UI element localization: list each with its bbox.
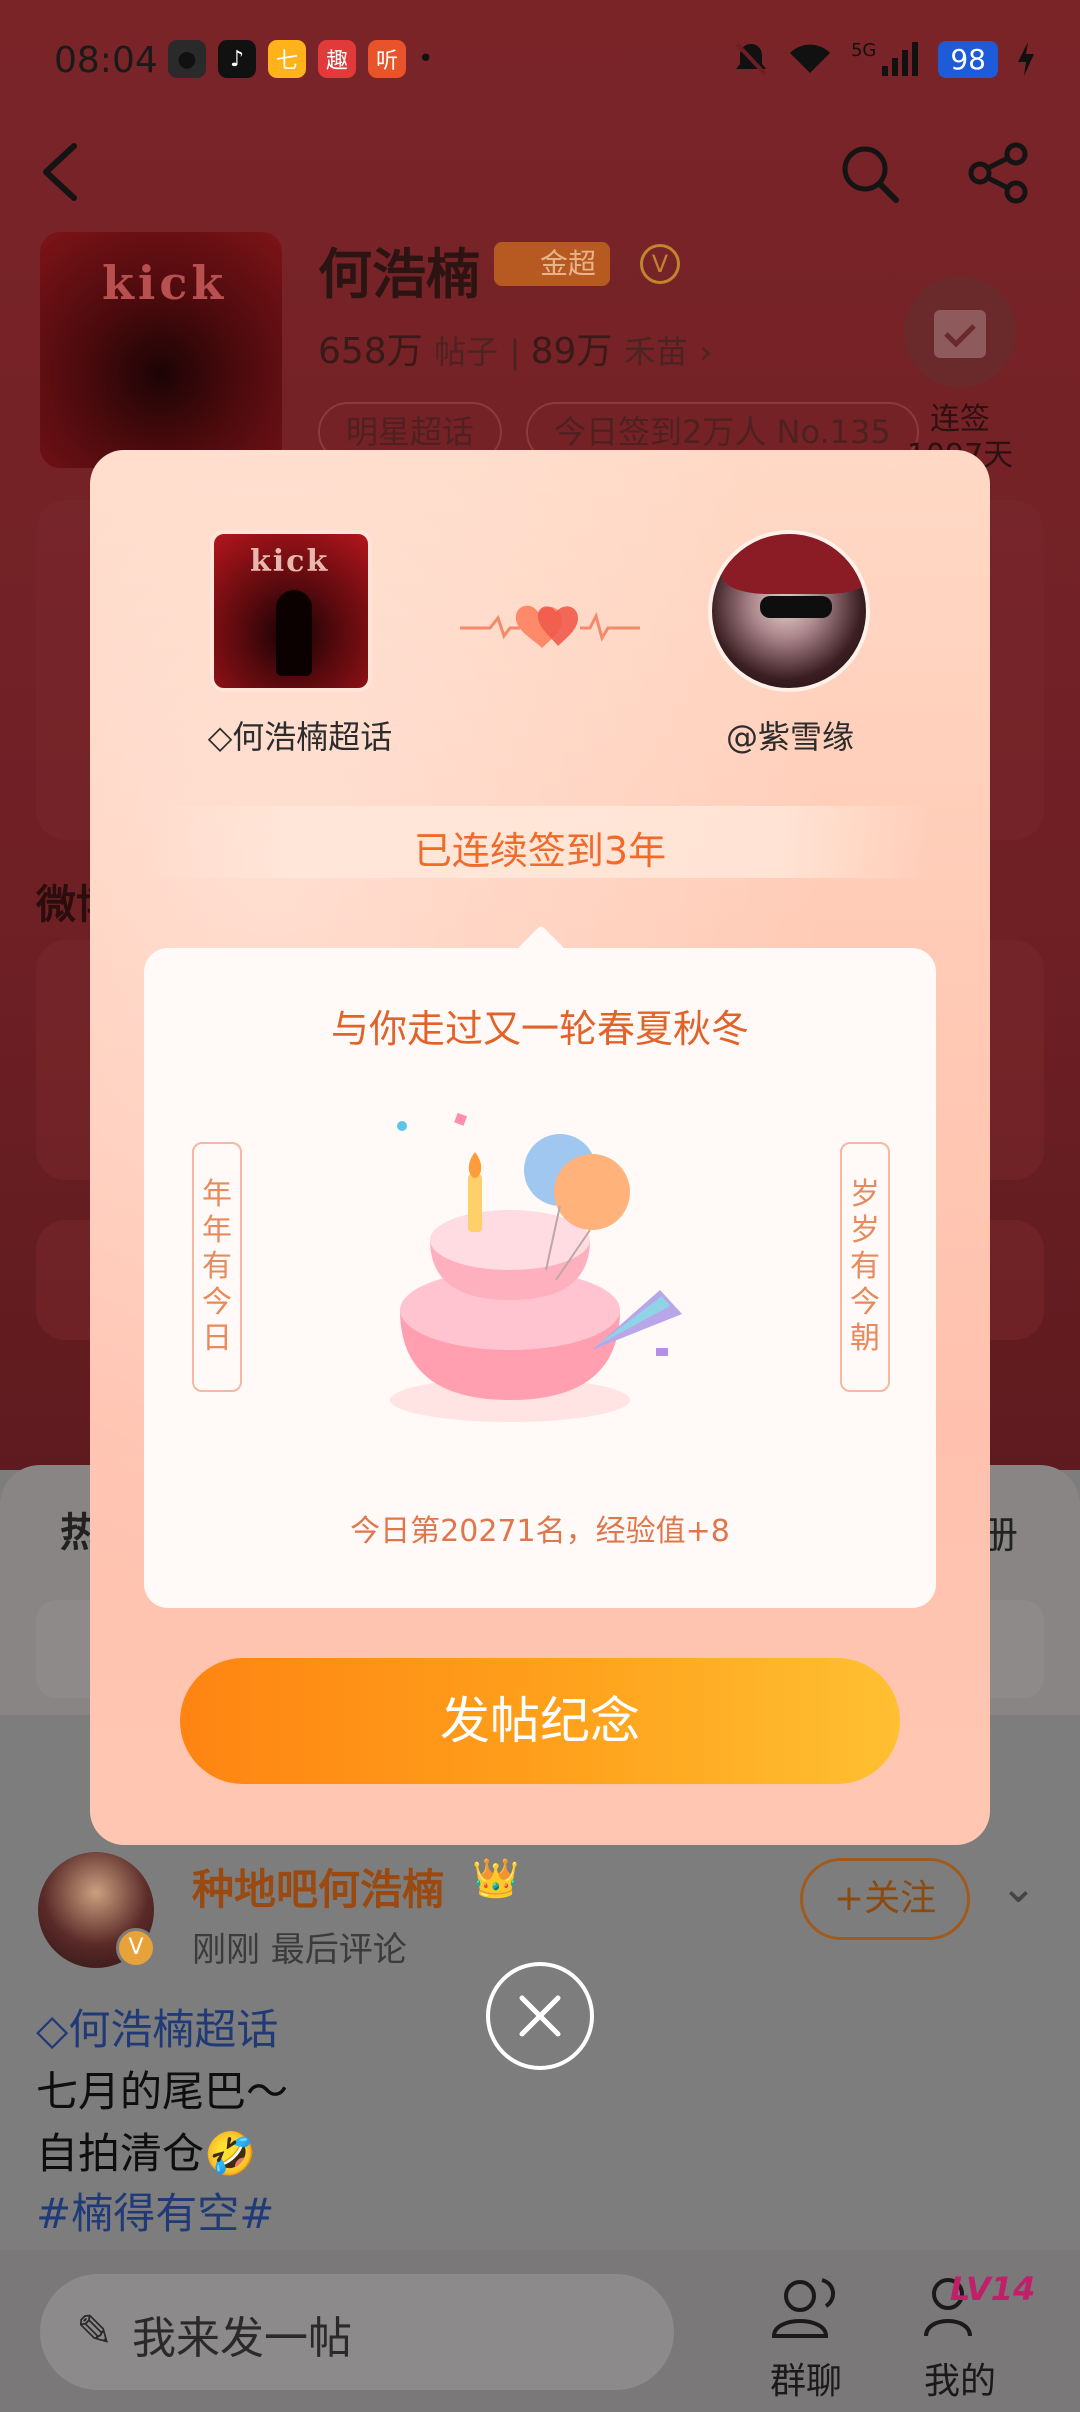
celebration-title: 与你走过又一轮春夏秋冬 — [330, 1007, 749, 1051]
avatar-glasses — [760, 596, 832, 618]
rank-text: 今日第20271名，经验值+8 — [350, 1514, 730, 1549]
streak-text: 已连续签到3年 — [413, 829, 667, 873]
avatar-hair — [722, 534, 866, 594]
user-avatar — [708, 530, 870, 692]
topic-cover-image: kick — [210, 530, 372, 692]
post-commemorate-button[interactable]: 发帖纪念 — [180, 1658, 900, 1784]
close-icon[interactable] — [486, 1962, 594, 2070]
diamond-icon: ◇ — [207, 718, 233, 756]
birthday-cake-icon — [390, 1112, 682, 1422]
cover-title-text: kick — [250, 544, 330, 579]
popup-topic-name: ◇何浩楠超话 — [207, 718, 393, 756]
heart-pulse-icon — [460, 605, 640, 648]
couplet-left: 年年有今日 — [192, 1142, 242, 1392]
cover-figure — [276, 590, 312, 676]
checkin-popup: kick ◇何浩楠超话 @紫雪缘 已连续签到3年 与你走过又一轮春夏秋冬 年年有… — [90, 450, 990, 1845]
popup-user-name: @紫雪缘 — [725, 718, 854, 756]
couplet-right: 岁岁有今朝 — [840, 1142, 890, 1392]
